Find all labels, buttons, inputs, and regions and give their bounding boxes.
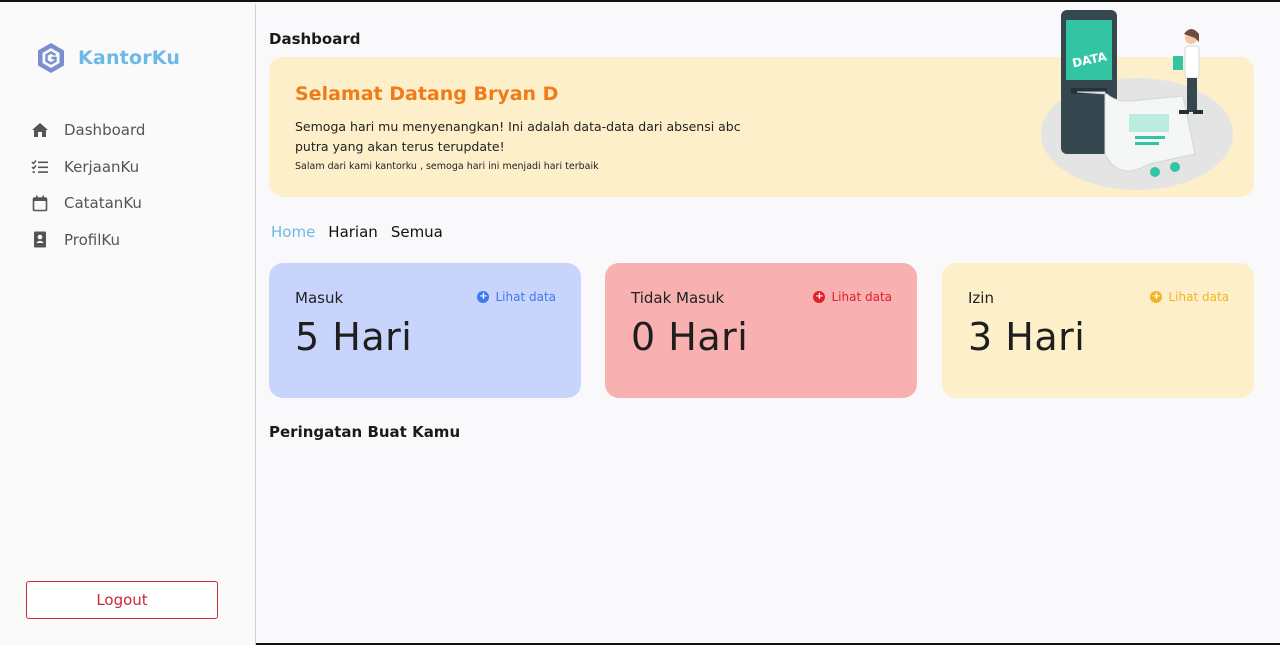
card-value: 5 Hari: [295, 315, 413, 359]
card-value: 3 Hari: [968, 315, 1086, 359]
sidebar-item-label: Dashboard: [64, 121, 146, 140]
card-izin: Izin + Lihat data 3 Hari: [942, 263, 1254, 398]
brand-logo-icon: [38, 43, 64, 73]
sidebar-item-dashboard[interactable]: Dashboard: [30, 112, 145, 149]
card-title: Masuk: [295, 289, 344, 307]
sidebar-item-profilku[interactable]: ProfilKu: [30, 222, 145, 259]
tab-home[interactable]: Home: [271, 223, 315, 241]
checklist-icon: [30, 157, 50, 177]
welcome-small-text: Salam dari kami kantorku , semoga hari i…: [295, 161, 599, 172]
app-window: KantorKu Dashboard KerjaanKu CatatanKu P…: [0, 0, 1280, 645]
sidebar-item-kerjaanku[interactable]: KerjaanKu: [30, 149, 145, 186]
lihat-data-link[interactable]: + Lihat data: [1150, 290, 1229, 304]
tab-semua[interactable]: Semua: [391, 223, 443, 241]
calendar-icon: [30, 193, 50, 213]
sidebar-item-label: KerjaanKu: [64, 157, 140, 176]
logout-button[interactable]: Logout: [26, 581, 218, 619]
sidebar-item-label: CatatanKu: [64, 194, 142, 213]
lihat-data-link[interactable]: + Lihat data: [813, 290, 892, 304]
plus-circle-icon: +: [477, 291, 490, 303]
lihat-data-label: Lihat data: [495, 290, 556, 304]
welcome-text: Semoga hari mu menyenangkan! Ini adalah …: [295, 119, 741, 154]
data-illustration-image: DATA: [1041, 10, 1233, 190]
home-icon: [30, 120, 50, 140]
profile-book-icon: [30, 230, 50, 250]
warning-section-title: Peringatan Buat Kamu: [269, 423, 461, 441]
card-value: 0 Hari: [631, 315, 749, 359]
lihat-data-label: Lihat data: [1168, 290, 1229, 304]
card-title: Izin: [968, 289, 994, 307]
tab-bar: Home Harian Semua: [271, 223, 443, 241]
tab-harian[interactable]: Harian: [328, 223, 378, 241]
welcome-title: Selamat Datang Bryan D: [295, 83, 559, 105]
sidebar-item-label: ProfilKu: [64, 230, 121, 249]
sidebar-nav: Dashboard KerjaanKu CatatanKu ProfilKu: [30, 112, 145, 258]
lihat-data-link[interactable]: + Lihat data: [477, 290, 556, 304]
brand-name: KantorKu: [78, 47, 181, 69]
card-title: Tidak Masuk: [631, 289, 725, 307]
main-content: Dashboard Selamat Datang Bryan D Semoga …: [257, 4, 1280, 645]
sidebar-item-catatanku[interactable]: CatatanKu: [30, 185, 145, 222]
card-masuk: Masuk + Lihat data 5 Hari: [269, 263, 581, 398]
page-title: Dashboard: [269, 30, 361, 48]
sidebar: KantorKu Dashboard KerjaanKu CatatanKu P…: [0, 4, 256, 645]
brand[interactable]: KantorKu: [36, 42, 180, 74]
plus-circle-icon: +: [813, 291, 826, 303]
plus-circle-icon: +: [1150, 291, 1163, 303]
lihat-data-label: Lihat data: [831, 290, 892, 304]
card-tidak-masuk: Tidak Masuk + Lihat data 0 Hari: [605, 263, 917, 398]
